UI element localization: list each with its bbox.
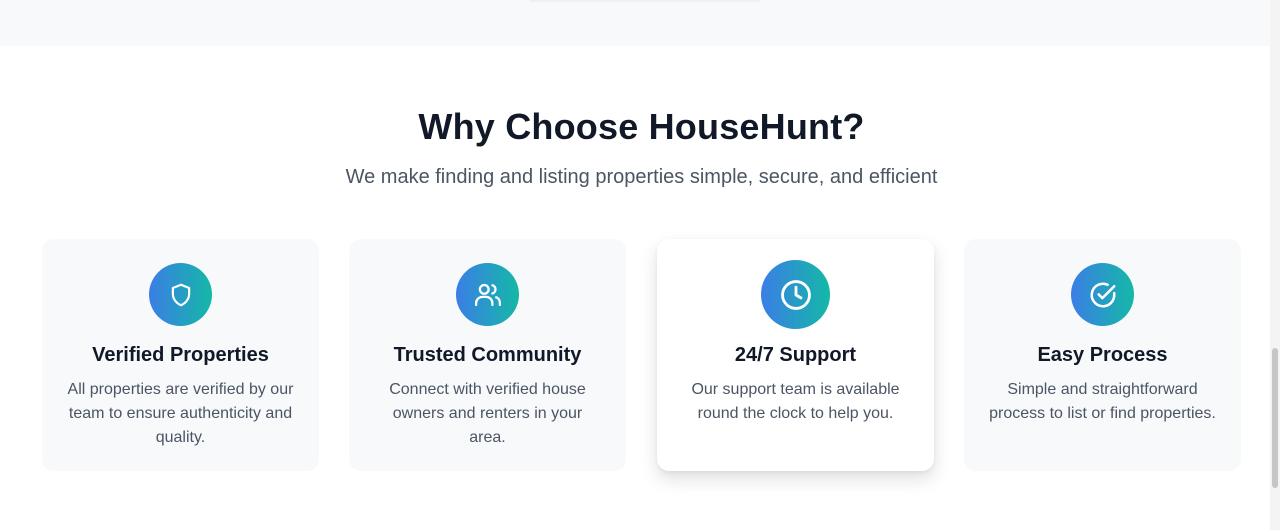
feature-description: Our support team is available round the … bbox=[691, 381, 900, 422]
section-title: Why Choose HouseHunt? bbox=[418, 106, 865, 147]
feature-description: Simple and straightforward process to li… bbox=[989, 381, 1216, 422]
shield-icon bbox=[149, 263, 212, 326]
scrollbar-thumb[interactable] bbox=[1272, 348, 1278, 488]
feature-title: Trusted Community bbox=[393, 344, 582, 366]
feature-title: Easy Process bbox=[1037, 344, 1168, 366]
check-circle-icon bbox=[1071, 263, 1134, 326]
previous-section-shadow bbox=[530, 0, 760, 2]
users-icon bbox=[456, 263, 519, 326]
previous-section-band bbox=[0, 0, 1270, 46]
feature-card-easy-process: Easy Process Simple and straightforward … bbox=[964, 239, 1241, 471]
feature-card-verified-properties: Verified Properties All properties are v… bbox=[42, 239, 319, 471]
feature-description: All properties are verified by our team … bbox=[67, 381, 294, 446]
feature-title: Verified Properties bbox=[92, 344, 269, 366]
feature-card-trusted-community: Trusted Community Connect with verified … bbox=[349, 239, 626, 471]
section-subtitle: We make finding and listing properties s… bbox=[345, 166, 938, 188]
scrollbar[interactable] bbox=[1270, 0, 1280, 530]
feature-card-support: 24/7 Support Our support team is availab… bbox=[657, 239, 934, 471]
page: Why Choose HouseHunt? We make finding an… bbox=[0, 0, 1280, 530]
feature-description: Connect with verified house owners and r… bbox=[389, 381, 586, 446]
feature-title: 24/7 Support bbox=[734, 344, 857, 366]
clock-icon bbox=[761, 260, 830, 329]
